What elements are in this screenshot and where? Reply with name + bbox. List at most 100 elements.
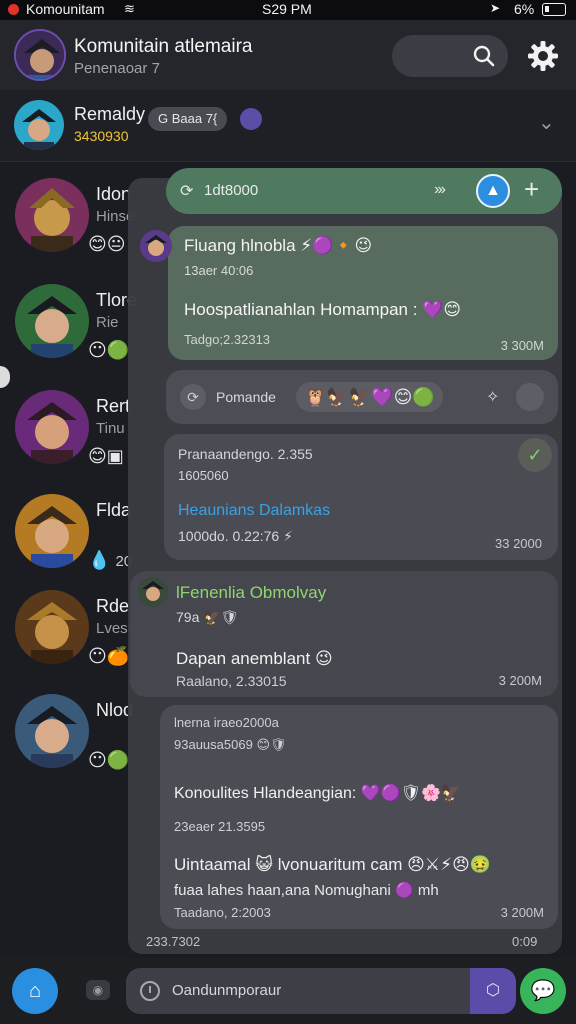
message-meta: 1000do. 0.22:76 ⚡ — [178, 528, 293, 545]
message-subtitle: 79a 🦅🛡 — [176, 609, 238, 626]
quick-action-text: 1dt8000 — [204, 182, 259, 199]
message-bubble[interactable]: lnerna iraeo2000a 93auusa5069 😊🛡 Konouli… — [160, 705, 558, 929]
chevron-down-icon[interactable]: ⌄ — [538, 110, 555, 135]
refresh-icon[interactable]: ⟳ — [180, 181, 193, 201]
search-button[interactable] — [392, 35, 508, 77]
chat-name: Rert — [96, 396, 131, 416]
pinned-chat[interactable]: Remaldy 3430930 G Baaa 7{ ⌄ — [0, 90, 576, 162]
message-sender-name: Fluang hlnobla — [184, 236, 296, 255]
message-text-emojis: 💜🟣🛡🌸🦅 — [360, 785, 461, 802]
check-icon[interactable]: ✓ — [518, 438, 552, 472]
status-chip[interactable]: G Baaa 7{ — [148, 107, 228, 131]
purple-status-dot-icon — [240, 108, 262, 130]
page-subtitle: Penenaoar 7 — [74, 60, 160, 77]
avatar — [138, 577, 168, 607]
chat-emoji: 😊▣ — [88, 446, 124, 466]
wifi-icon: ≋ — [124, 1, 135, 16]
chat-emoji-icon: 💧 — [88, 550, 111, 570]
add-button[interactable]: + — [524, 174, 539, 205]
message-meta: Taadano, 2:2003 — [174, 905, 271, 920]
message-text-body: fuaa lahes haan,ana Nomughani — [174, 882, 391, 899]
page-title: Komunitain atlemaira — [74, 36, 253, 57]
message-text: Dapan anemblant 😉 — [176, 649, 333, 669]
message-subtitle-emojis: 🦅🛡 — [203, 609, 239, 625]
message-meta-text: 1000do. 0.22:76 — [178, 528, 280, 544]
message-text-body: Hoospatlianahlan Homampan : — [184, 300, 418, 319]
message-text-tail: mh — [417, 882, 439, 899]
chat-emoji: 💧 20 — [88, 550, 132, 571]
status-bar: Komounitam ≋ S29 PM ➤ 6% — [0, 0, 576, 20]
sparkle-icon[interactable]: ✧ — [486, 387, 499, 407]
new-chat-button[interactable]: 💬 — [520, 968, 566, 1014]
message-text-body: Dapan anemblant — [176, 649, 311, 668]
message-subtitle-text: 79a — [176, 609, 200, 625]
message-text: Hoospatlianahlan Homampan : 💜😊 — [184, 300, 461, 320]
forward-arrows-icon[interactable]: ››› — [434, 181, 446, 199]
message-count: 3 200M — [498, 673, 542, 688]
message-bubble[interactable]: Fluang hlnobla ⚡🟣🔸😉 13aer 40:06 Hoospatl… — [140, 226, 558, 360]
overlay-footer-right: 0:09 — [512, 934, 538, 949]
search-icon — [473, 45, 495, 67]
message-text: Konoulites Hlandeangian: 💜🟣🛡🌸🦅 — [174, 783, 461, 803]
avatar — [15, 390, 89, 464]
location-arrow-icon: ➤ — [490, 1, 501, 15]
home-icon: ⌂ — [28, 980, 42, 1002]
message-text: Uintaamal 😺 lvonuaritum cam 😠⚔⚡😠🤢 — [174, 855, 491, 875]
message-meta: Raalano, 2.33015 — [176, 673, 287, 689]
avatar — [15, 494, 89, 568]
clock: S29 PM — [262, 1, 312, 17]
message-bubble[interactable]: lFenenlia Obmolvay 79a 🦅🛡 Dapan anemblan… — [130, 571, 558, 697]
message-meta: Tadgo;2.32313 — [184, 332, 271, 347]
camera-button[interactable]: ◉ — [86, 980, 110, 1000]
message-subtitle: 93auusa5069 😊🛡 — [174, 737, 287, 753]
chat-phone: 3430930 — [74, 128, 129, 144]
message-count: 33 2000 — [495, 536, 542, 551]
overlay-footer-left: 233.7302 — [146, 934, 201, 949]
message-input-placeholder: Oandunmporaur — [172, 982, 282, 999]
drive-icon[interactable]: ▲ — [476, 174, 510, 208]
message-text-emojis: 😠⚔⚡😠🤢 — [407, 855, 491, 874]
shield-send-icon[interactable]: ⬡ — [470, 968, 516, 1014]
battery-icon — [542, 3, 566, 16]
chat-emoji: 😶🍊 — [88, 646, 130, 666]
more-reactions-icon[interactable] — [516, 383, 544, 411]
message-count: 3 300M — [500, 338, 544, 353]
refresh-icon[interactable]: ⟳ — [180, 384, 206, 410]
avatar — [140, 230, 172, 262]
message-subtitle: 1605060 — [178, 468, 229, 483]
message-subtitle-text: 93auusa5069 — [174, 737, 253, 752]
chat-preview: Rie — [96, 314, 119, 331]
chat-name: Idon — [96, 184, 132, 204]
bottom-bar: ⌂ ◉ Oandunmporaur ⬡ 💬 — [0, 958, 576, 1024]
carrier-label: Komounitam — [26, 1, 105, 17]
message-header: Pranaandengo. 2.355 — [178, 446, 313, 462]
message-text-body: Uintaamal — [174, 855, 251, 874]
app-header: Komunitain atlemaira Penenaoar 7 — [0, 20, 576, 90]
message-sender: Fluang hlnobla ⚡🟣🔸😉 — [184, 236, 372, 256]
chat-name: Rde — [96, 596, 130, 616]
clock-icon[interactable] — [140, 981, 160, 1001]
chat-emoji: 😶🟢 — [88, 750, 130, 770]
home-button[interactable]: ⌂ — [12, 968, 58, 1014]
message-count: 3 200M — [500, 905, 544, 920]
message-link[interactable]: Heaunians Dalamkas — [178, 502, 330, 520]
chat-name: Flda — [96, 500, 132, 520]
message-input[interactable]: Oandunmporaur ⬡ — [126, 968, 516, 1014]
message-text-body: Konoulites Hlandeangian: — [174, 785, 357, 802]
message-sender: lFenenlia Obmolvay — [176, 583, 327, 602]
reaction-bar[interactable]: ⟳ Pomande 🦉🦅🦅💜😊🟢 ✧ — [166, 370, 558, 424]
battery-percent: 6% — [514, 1, 535, 17]
quick-action-bar[interactable]: ⟳ 1dt8000 ››› ▲ + — [166, 168, 562, 214]
message-subtitle-emojis: 😊🛡 — [256, 737, 287, 752]
avatar — [15, 590, 89, 664]
gear-icon[interactable] — [526, 39, 560, 73]
avatar — [15, 284, 89, 358]
reaction-label: Pomande — [216, 389, 276, 405]
avatar — [15, 694, 89, 768]
message-bubble[interactable]: Pranaandengo. 2.355 1605060 Heaunians Da… — [164, 434, 558, 560]
community-avatar[interactable] — [14, 29, 66, 81]
reaction-emoji-row[interactable]: 🦉🦅🦅💜😊🟢 — [296, 382, 443, 412]
message-text: fuaa lahes haan,ana Nomughani 🟣 mh — [174, 881, 439, 899]
avatar — [14, 100, 64, 150]
message-sender-emojis: ⚡🟣🔸😉 — [300, 236, 373, 255]
